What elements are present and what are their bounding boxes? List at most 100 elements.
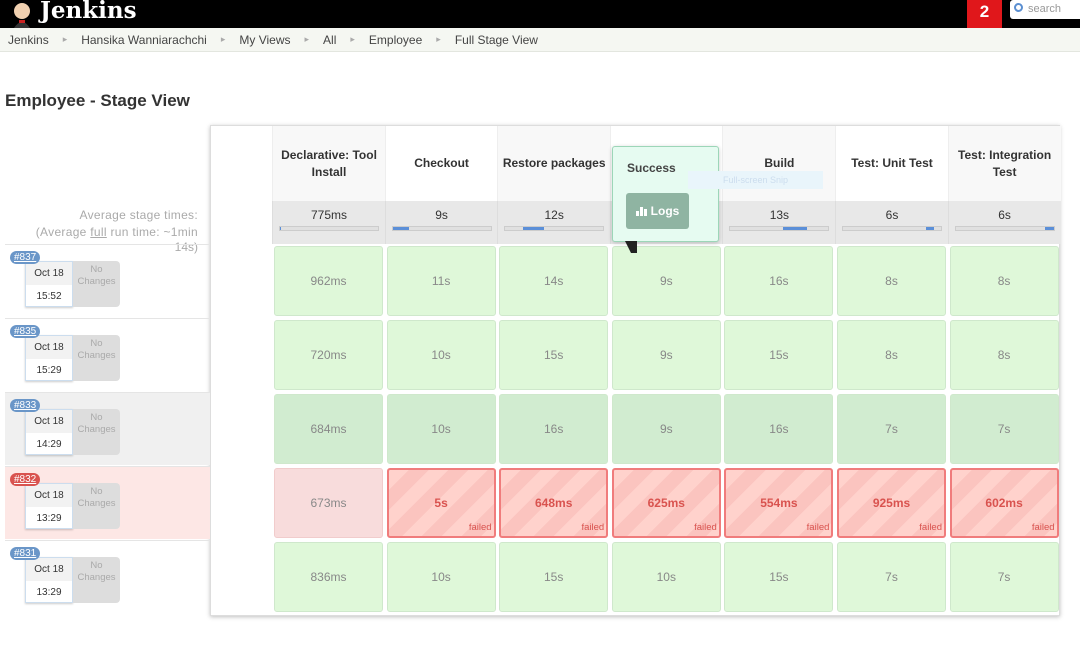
stage-cell[interactable]: 836ms	[274, 542, 383, 612]
stage-cell[interactable]: 673ms	[274, 468, 383, 538]
stage-duration: 15s	[544, 348, 564, 362]
stage-cell[interactable]: 10s	[386, 394, 496, 464]
stage-duration: 10s	[656, 570, 676, 584]
stage-cell[interactable]: 5s failed	[386, 468, 496, 538]
stage-average-time: 775ms	[310, 208, 348, 222]
stage-duration: 9s	[659, 422, 673, 436]
stage-cell[interactable]: 16s	[724, 246, 834, 316]
stage-cell[interactable]: 8s	[837, 246, 946, 316]
breadcrumb-separator-icon: ▸	[220, 34, 226, 44]
build-number-link[interactable]: #831	[10, 547, 41, 560]
build-row[interactable]: #831 Oct 18 13:29 No Changes	[5, 540, 210, 613]
build-row[interactable]: #833 Oct 18 14:29 No Changes	[5, 392, 210, 465]
stage-duration: 5s	[434, 496, 448, 510]
stage-cell[interactable]: 9s	[611, 246, 721, 316]
stage-duration: 720ms	[310, 348, 347, 362]
stage-duration: 925ms	[872, 496, 911, 510]
snip-overlay-label: Full-screen Snip	[688, 171, 823, 189]
stage-duration: 15s	[544, 570, 564, 584]
stage-cell[interactable]: 8s	[837, 320, 946, 390]
stage-cell[interactable]: 11s	[386, 246, 496, 316]
build-date: Oct 18 14:29	[25, 409, 73, 455]
stage-popover: Success Logs	[612, 146, 719, 253]
stage-cell[interactable]: 9s	[611, 320, 721, 390]
stage-average-bar-fill	[783, 227, 807, 230]
stage-average-bar-fill	[280, 227, 281, 230]
stage-average: 9s	[384, 201, 498, 244]
stage-cell[interactable]: 7s	[949, 394, 1059, 464]
breadcrumb-item[interactable]: Jenkins	[8, 33, 49, 47]
stage-cell[interactable]: 925ms failed	[837, 468, 946, 538]
stage-cell[interactable]: 7s	[837, 394, 946, 464]
stage-average-bar-fill	[926, 227, 935, 230]
stage-duration: 8s	[885, 348, 898, 362]
stage-average-time: 6s	[885, 208, 899, 222]
stage-header: Test: Unit Test	[835, 126, 948, 201]
jenkins-logo-icon[interactable]	[8, 0, 36, 28]
stage-cell[interactable]: 10s	[386, 320, 496, 390]
breadcrumb-separator-icon: ▸	[350, 34, 355, 44]
stage-average-bar-fill	[1044, 227, 1054, 230]
stage-cell[interactable]: 602ms failed	[949, 468, 1059, 538]
stage-header: Declarative: Tool Install	[272, 126, 385, 201]
breadcrumb-separator-icon: ▸	[436, 34, 441, 44]
breadcrumb-item[interactable]: Employee	[369, 33, 422, 47]
stage-cell[interactable]: 10s	[611, 542, 721, 612]
build-date-time: 15:52	[36, 291, 62, 302]
stage-cell[interactable]: 962ms	[274, 246, 383, 316]
breadcrumb-item[interactable]: All	[323, 33, 336, 47]
stage-cell[interactable]: 15s	[724, 320, 834, 390]
stage-cell[interactable]: 648ms failed	[499, 468, 609, 538]
stage-duration: 8s	[997, 348, 1011, 362]
stage-cell[interactable]: 720ms	[274, 320, 383, 390]
stage-cell[interactable]: 684ms	[274, 394, 383, 464]
stage-cell[interactable]: 14s	[499, 246, 609, 316]
brand-title[interactable]: Jenkins	[40, 0, 137, 24]
stage-duration: 16s	[769, 422, 789, 436]
breadcrumb-item[interactable]: Full Stage View	[455, 33, 538, 47]
stage-cell[interactable]: 15s	[499, 542, 609, 612]
notification-badge[interactable]: 2	[967, 0, 1002, 28]
stage-duration: 9s	[659, 348, 673, 362]
stage-duration: 10s	[431, 348, 451, 362]
stage-cell[interactable]: 625ms failed	[611, 468, 721, 538]
stage-cell[interactable]: 16s	[499, 394, 609, 464]
full-run-link[interactable]: full	[90, 225, 107, 239]
build-number-link[interactable]: #833	[10, 399, 41, 412]
popover-arrow-icon	[625, 241, 637, 253]
breadcrumb-item[interactable]: My Views	[239, 33, 290, 47]
stage-cell[interactable]: 16s	[724, 394, 834, 464]
build-row[interactable]: #832 Oct 18 13:29 No Changes	[5, 466, 210, 539]
stage-cell[interactable]: 10s	[386, 542, 496, 612]
stage-duration: 11s	[431, 274, 451, 288]
stage-cell[interactable]: 7s	[949, 542, 1059, 612]
logs-button[interactable]: Logs	[626, 193, 689, 229]
build-number-link[interactable]: #835	[10, 325, 41, 338]
build-date: Oct 18 13:29	[25, 557, 73, 603]
build-number-link[interactable]: #832	[10, 473, 41, 486]
stage-duration: 7s	[997, 422, 1011, 436]
stage-average-time: 12s	[544, 208, 564, 222]
stage-cell[interactable]: 8s	[949, 246, 1059, 316]
build-number-link[interactable]: #837	[10, 251, 41, 264]
build-changes: No Changes	[73, 557, 120, 603]
build-date-day: Oct 18	[26, 336, 72, 359]
stage-cell[interactable]: 8s	[949, 320, 1059, 390]
stage-cell[interactable]: 7s	[837, 542, 946, 612]
stage-duration: 673ms	[310, 496, 347, 510]
search-input[interactable]: search	[1010, 0, 1080, 19]
failed-label: failed	[806, 522, 830, 533]
stage-cell[interactable]: 15s	[724, 542, 834, 612]
build-changes: No Changes	[73, 483, 120, 529]
stage-cell[interactable]: 9s	[611, 394, 721, 464]
build-date-time: 14:29	[36, 439, 62, 450]
build-row[interactable]: #835 Oct 18 15:29 No Changes	[5, 318, 210, 391]
stage-average-bar	[504, 226, 605, 231]
breadcrumb-item[interactable]: Hansika Wanniarachchi	[81, 33, 207, 47]
stage-duration: 684ms	[310, 422, 347, 436]
stage-duration: 16s	[769, 274, 789, 288]
stage-cell[interactable]: 15s	[499, 320, 609, 390]
build-row[interactable]: #837 Oct 18 15:52 No Changes	[5, 244, 210, 317]
stage-average-time: 6s	[998, 208, 1011, 222]
stage-cell[interactable]: 554ms failed	[724, 468, 834, 538]
